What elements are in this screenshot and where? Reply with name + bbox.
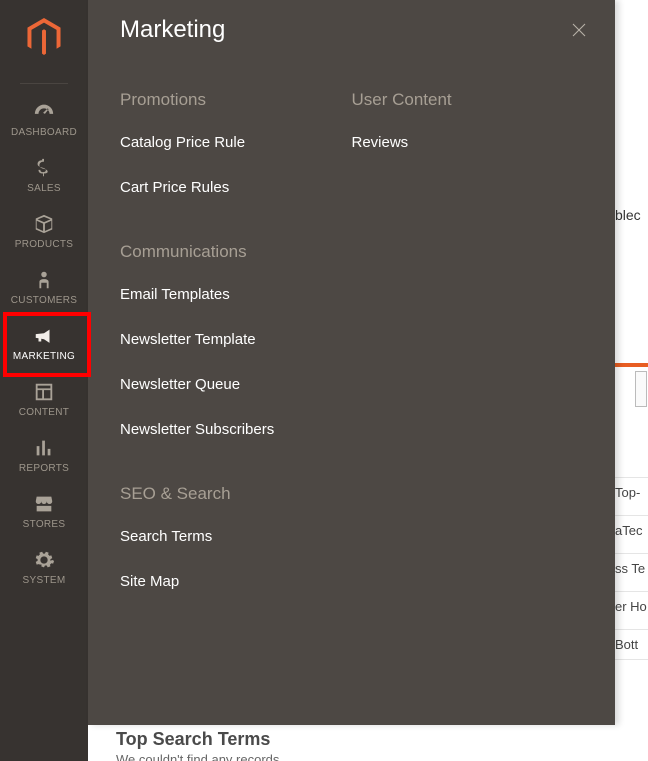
marketing-flyout-panel: Marketing Promotions Catalog Price Rule … (88, 0, 615, 725)
bg-partial-button[interactable] (635, 371, 647, 407)
section-title: Communications (120, 242, 352, 262)
sidebar-item-content[interactable]: CONTENT (0, 370, 88, 426)
section-title: User Content (352, 90, 584, 110)
sidebar-item-label: MARKETING (13, 351, 75, 362)
admin-sidebar: DASHBOARD SALES PRODUCTS CUSTOMERS MARKE… (0, 0, 88, 761)
section-seo-search: SEO & Search Search Terms Site Map (120, 484, 352, 590)
sidebar-item-label: PRODUCTS (15, 239, 74, 250)
box-icon (33, 212, 55, 236)
bg-row-fragment: aTec (615, 515, 648, 546)
sidebar-item-reports[interactable]: REPORTS (0, 426, 88, 482)
magento-logo[interactable] (27, 18, 61, 61)
link-site-map[interactable]: Site Map (120, 573, 352, 590)
background-content-strip: blec Top- aTec ss Te er Ho Bott (615, 0, 648, 761)
close-button[interactable] (567, 18, 591, 42)
megaphone-icon (33, 324, 55, 348)
flyout-column-right: User Content Reviews (352, 90, 584, 636)
bg-text-fragment: blec (615, 207, 641, 223)
link-newsletter-subscribers[interactable]: Newsletter Subscribers (120, 421, 352, 438)
sidebar-item-system[interactable]: SYSTEM (0, 538, 88, 594)
gear-icon (33, 548, 55, 572)
sidebar-item-marketing[interactable]: MARKETING (0, 314, 88, 370)
close-icon (570, 21, 588, 39)
link-cart-price-rules[interactable]: Cart Price Rules (120, 179, 352, 196)
link-search-terms[interactable]: Search Terms (120, 528, 352, 545)
bg-row-fragment: Bott (615, 629, 648, 660)
sidebar-separator (20, 83, 68, 84)
sidebar-item-products[interactable]: PRODUCTS (0, 202, 88, 258)
sidebar-item-label: REPORTS (19, 463, 69, 474)
section-promotions: Promotions Catalog Price Rule Cart Price… (120, 90, 352, 196)
link-catalog-price-rule[interactable]: Catalog Price Rule (120, 134, 352, 151)
sidebar-item-label: SYSTEM (23, 575, 66, 586)
storefront-icon (33, 492, 55, 516)
bar-chart-icon (33, 436, 55, 460)
sidebar-item-dashboard[interactable]: DASHBOARD (0, 90, 88, 146)
bottom-content: Top Search Terms We couldn't find any re… (88, 725, 615, 761)
link-newsletter-template[interactable]: Newsletter Template (120, 331, 352, 348)
link-newsletter-queue[interactable]: Newsletter Queue (120, 376, 352, 393)
flyout-title: Marketing (120, 16, 225, 44)
bg-row-fragment: er Ho (615, 591, 648, 622)
sidebar-item-label: DASHBOARD (11, 127, 77, 138)
section-communications: Communications Email Templates Newslette… (120, 242, 352, 438)
sidebar-item-stores[interactable]: STORES (0, 482, 88, 538)
layout-icon (33, 380, 55, 404)
flyout-column-left: Promotions Catalog Price Rule Cart Price… (120, 90, 352, 636)
bg-row-fragment: Top- (615, 477, 648, 508)
no-records-text: We couldn't find any records. (116, 752, 615, 761)
section-title: Promotions (120, 90, 352, 110)
sidebar-item-customers[interactable]: CUSTOMERS (0, 258, 88, 314)
section-title: SEO & Search (120, 484, 352, 504)
person-icon (33, 268, 55, 292)
sidebar-item-label: SALES (27, 183, 61, 194)
section-user-content: User Content Reviews (352, 90, 584, 151)
bg-row-fragment: ss Te (615, 553, 648, 584)
top-search-terms-title: Top Search Terms (116, 729, 615, 750)
gauge-icon (33, 100, 55, 124)
sidebar-item-label: CONTENT (19, 407, 69, 418)
sidebar-item-sales[interactable]: SALES (0, 146, 88, 202)
dollar-icon (33, 156, 55, 180)
sidebar-item-label: STORES (23, 519, 66, 530)
bg-accent-bar (615, 363, 648, 367)
link-reviews[interactable]: Reviews (352, 134, 584, 151)
link-email-templates[interactable]: Email Templates (120, 286, 352, 303)
sidebar-item-label: CUSTOMERS (11, 295, 77, 306)
